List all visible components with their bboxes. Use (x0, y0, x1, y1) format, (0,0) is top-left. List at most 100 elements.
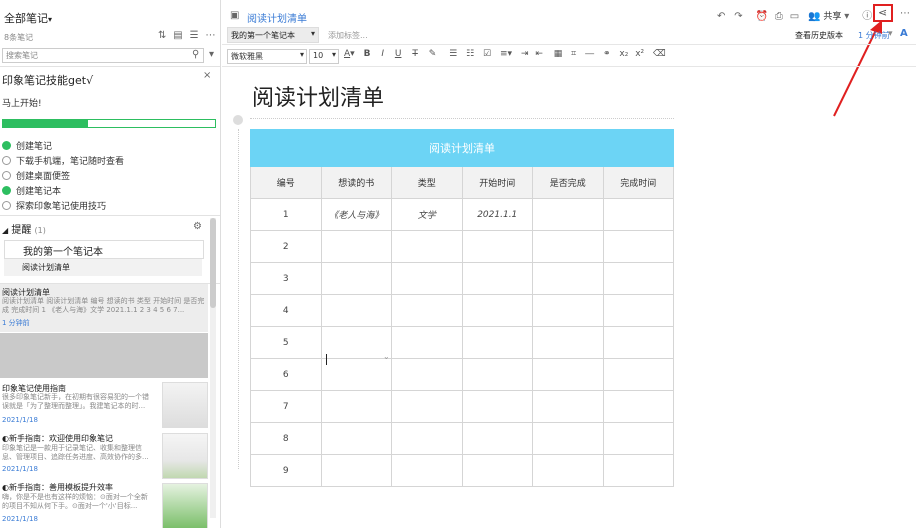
table-cell[interactable] (461, 454, 533, 487)
code-icon[interactable]: ⌗ (571, 49, 576, 59)
font-settings-icon[interactable]: A (900, 28, 908, 39)
search-icon[interactable]: ⚲ (192, 49, 199, 61)
table-cell[interactable] (602, 326, 674, 359)
numbered-list-icon[interactable]: ☷ (466, 49, 474, 59)
font-size-select[interactable]: 10 ▾ (309, 49, 339, 64)
table-cell[interactable] (320, 326, 392, 359)
close-icon[interactable]: × (203, 70, 211, 82)
table-handle-icon[interactable] (233, 115, 243, 125)
onboarding-task[interactable]: 探索印象笔记使用技巧 (0, 198, 106, 212)
chevron-down-icon[interactable]: ▾ (209, 49, 214, 61)
table-cell[interactable]: 1 (250, 198, 322, 231)
gear-icon[interactable]: ⚙ (193, 221, 202, 233)
table-cell[interactable] (391, 390, 463, 423)
print-icon[interactable]: ⎙ (775, 11, 783, 23)
onboarding-task[interactable]: 下载手机端，笔记随时查看 (0, 153, 124, 167)
table-cell[interactable]: 文学 (391, 198, 463, 231)
table-cell[interactable] (320, 230, 392, 263)
table-cell[interactable] (602, 454, 674, 487)
table-cell[interactable] (391, 294, 463, 327)
sort-icon[interactable]: ⇅ (158, 30, 166, 42)
clear-format-icon[interactable]: ⌫ (653, 49, 666, 59)
table-cell[interactable] (532, 454, 604, 487)
table-title[interactable]: 阅读计划清单 (250, 129, 674, 167)
table-cell[interactable] (320, 294, 392, 327)
table-cell[interactable] (532, 422, 604, 455)
onboarding-task[interactable]: 创建笔记 (0, 138, 52, 152)
table-cell[interactable] (320, 422, 392, 455)
table-cell[interactable]: 4 (250, 294, 322, 327)
more-icon[interactable]: ⋯ (205, 30, 215, 42)
table-cell[interactable] (391, 422, 463, 455)
table-cell[interactable] (532, 294, 604, 327)
table-cell[interactable] (532, 326, 604, 359)
chevron-down-icon[interactable]: ▾ (350, 49, 355, 59)
table-icon[interactable]: ▦ (554, 49, 563, 59)
chevron-down-icon[interactable]: ▾ (508, 49, 513, 59)
history-link[interactable]: 查看历史版本 (795, 30, 843, 41)
table-cell[interactable]: 8 (250, 422, 322, 455)
scrollbar-thumb[interactable] (210, 218, 216, 308)
chevron-down-icon[interactable]: ▾ (888, 29, 893, 39)
table-cell[interactable] (602, 294, 674, 327)
align-icon[interactable]: ≡ (500, 49, 508, 59)
table-cell[interactable]: 9 (250, 454, 322, 487)
table-cell[interactable] (461, 390, 533, 423)
highlight-icon[interactable]: ✎ (429, 49, 437, 59)
chevron-down-icon[interactable]: ▾ (48, 15, 52, 24)
table-cell[interactable]: 《老人与海》 (320, 198, 392, 231)
bullet-list-icon[interactable]: ☰ (449, 49, 457, 59)
more-icon[interactable]: ⋯ (900, 8, 910, 20)
reading-plan-table[interactable]: 阅读计划清单 编号 想读的书 类型 开始时间 是否完成 完成时间 1 《老人与海》 文学 202… (250, 129, 674, 487)
notebook-title[interactable]: 全部笔记▾ (4, 10, 52, 26)
table-cell[interactable] (602, 422, 674, 455)
link-icon[interactable]: ⚭ (603, 49, 611, 59)
onboarding-task[interactable]: 创建笔记本 (0, 183, 61, 197)
list-item[interactable]: 阅读计划清单 阅读计划清单 阅读计划清单 编号 想读的书 类型 开始时间 是否完… (0, 284, 208, 332)
present-icon[interactable]: ▭ (790, 11, 799, 23)
divider-line-icon[interactable]: ― (585, 49, 594, 59)
table-cell[interactable] (532, 198, 604, 231)
underline-icon[interactable]: U (395, 49, 402, 59)
indent-icon[interactable]: ⇥ (521, 49, 529, 59)
list-item[interactable]: ◐新手指南：欢迎使用印象笔记 印象笔记是一款用于记录笔记、收集和整理信息、管理项… (0, 431, 208, 479)
outdent-icon[interactable]: ⇤ (535, 49, 543, 59)
table-cell[interactable]: 3 (250, 262, 322, 295)
add-tag-input[interactable]: 添加标签... (328, 30, 368, 41)
table-cell[interactable]: 2 (250, 230, 322, 263)
table-cell[interactable] (602, 358, 674, 391)
table-cell[interactable] (461, 422, 533, 455)
table-cell[interactable] (461, 262, 533, 295)
view-icon[interactable]: ▤ (173, 30, 182, 42)
table-cell[interactable] (320, 454, 392, 487)
list-item[interactable]: 印象笔记使用指南 很多印象笔记新手，在初期有很容易犯的一个错误就是「为了整理而整… (0, 381, 208, 429)
table-cell[interactable] (602, 198, 674, 231)
reminder-item[interactable]: 阅读计划清单 (4, 259, 202, 276)
italic-icon[interactable]: I (381, 49, 384, 59)
reminder-notebook[interactable]: 我的第一个笔记本 (4, 240, 204, 259)
table-cell[interactable] (602, 230, 674, 263)
checklist-icon[interactable]: ☑ (483, 49, 491, 59)
table-cell[interactable] (391, 454, 463, 487)
table-cell[interactable] (320, 358, 392, 391)
superscript-icon[interactable]: x² (635, 49, 644, 59)
cell-dropdown-icon[interactable]: ⌄ (383, 352, 390, 361)
table-cell[interactable] (391, 230, 463, 263)
table-cell[interactable] (461, 358, 533, 391)
reminders-header[interactable]: ◢ 提醒 (1) (2, 221, 46, 236)
onboarding-task[interactable]: 创建桌面便签 (0, 168, 70, 182)
list-icon[interactable]: ☰ (190, 30, 199, 42)
table-cell[interactable] (532, 390, 604, 423)
note-title-tab[interactable]: 阅读计划清单 (247, 10, 307, 25)
table-cell[interactable] (461, 326, 533, 359)
table-cell[interactable] (602, 262, 674, 295)
list-item[interactable]: ◐新手指南：善用模板提升效率 嗨，你是不是也有这样的烦恼：⊙面对一个全新的项目不… (0, 480, 208, 528)
table-cell[interactable] (602, 390, 674, 423)
table-cell[interactable] (532, 358, 604, 391)
table-cell[interactable] (391, 262, 463, 295)
font-family-select[interactable]: 微软雅黑 ▾ (227, 49, 307, 64)
people-icon[interactable]: 👥 (808, 11, 820, 23)
redo-icon[interactable]: ↷ (734, 11, 742, 23)
undo-icon[interactable]: ↶ (717, 11, 725, 23)
table-cell[interactable] (320, 390, 392, 423)
